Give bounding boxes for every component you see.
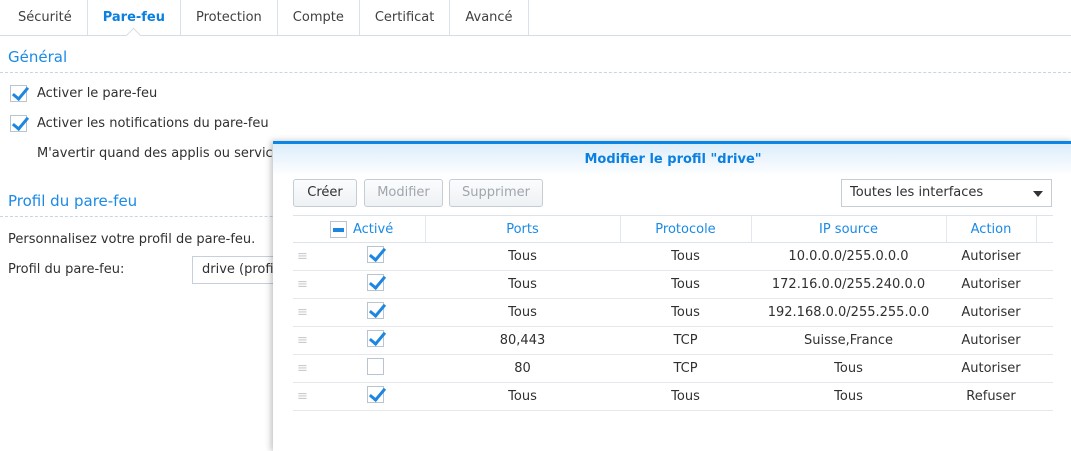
col-action[interactable]: Action: [945, 215, 1036, 243]
col-spacer: [1035, 215, 1053, 243]
spacer-cell: [1036, 242, 1053, 271]
enabled-cell[interactable]: [325, 326, 425, 355]
spacer-cell: [1036, 298, 1053, 327]
warn-text: M'avertir quand des applis ou service: [37, 146, 281, 161]
enable-notifications-row[interactable]: Activer les notifications du pare-feu: [10, 115, 269, 132]
col-ip-source[interactable]: IP source: [750, 215, 946, 243]
general-section-title: Général: [8, 48, 68, 66]
ip-cell: Tous: [751, 354, 946, 383]
dialog-title: Modifier le profil "drive": [273, 144, 1071, 176]
enabled-checkbox[interactable]: [366, 386, 384, 403]
protocol-cell: Tous: [620, 382, 751, 411]
edit-button[interactable]: Modifier: [364, 179, 443, 207]
enabled-checkbox[interactable]: [366, 246, 384, 263]
drag-handle-icon[interactable]: ≡: [293, 298, 325, 327]
ip-cell: Tous: [751, 382, 946, 411]
spacer-cell: [1036, 326, 1053, 355]
protocol-cell: TCP: [620, 354, 751, 383]
protocol-cell: Tous: [620, 270, 751, 299]
select-all-checkbox[interactable]: [330, 220, 347, 238]
enabled-cell[interactable]: [325, 354, 425, 383]
action-cell: Autoriser: [946, 242, 1036, 271]
enabled-checkbox[interactable]: [366, 302, 384, 319]
col-protocol[interactable]: Protocole: [619, 215, 751, 243]
table-row[interactable]: ≡ Tous Tous 10.0.0.0/255.0.0.0 Autoriser: [293, 242, 1053, 271]
grip-header: [293, 215, 325, 243]
drag-handle-icon[interactable]: ≡: [293, 354, 325, 383]
enabled-cell[interactable]: [325, 242, 425, 271]
tab-certificat[interactable]: Certificat: [360, 0, 451, 35]
enable-firewall-label: Activer le pare-feu: [37, 86, 158, 101]
enabled-cell[interactable]: [325, 270, 425, 299]
enabled-cell[interactable]: [325, 298, 425, 327]
profile-desc: Personnalisez votre profil de pare-feu.: [8, 232, 256, 247]
profile-section-title: Profil du pare-feu: [8, 192, 138, 210]
ports-cell: Tous: [425, 242, 620, 271]
col-enabled[interactable]: Activé: [325, 215, 425, 243]
protocol-cell: Tous: [620, 298, 751, 327]
protocol-cell: Tous: [620, 242, 751, 271]
edit-profile-dialog: Modifier le profil "drive" Créer Modifie…: [273, 141, 1071, 451]
spacer-cell: [1036, 382, 1053, 411]
ip-cell: 192.168.0.0/255.255.0.0: [751, 298, 946, 327]
ip-cell: 172.16.0.0/255.240.0.0: [751, 270, 946, 299]
table-row[interactable]: ≡ 80,443 TCP Suisse,France Autoriser: [293, 326, 1053, 355]
ip-cell: 10.0.0.0/255.0.0.0: [751, 242, 946, 271]
col-ports[interactable]: Ports: [424, 215, 620, 243]
enabled-checkbox[interactable]: [366, 358, 384, 375]
delete-button[interactable]: Supprimer: [449, 179, 543, 207]
action-cell: Autoriser: [946, 270, 1036, 299]
enable-notifications-label: Activer les notifications du pare-feu: [37, 116, 269, 131]
enable-notifications-checkbox[interactable]: [10, 115, 27, 132]
interfaces-dropdown[interactable]: Toutes les interfaces: [841, 179, 1052, 207]
protocol-cell: TCP: [620, 326, 751, 355]
enabled-cell[interactable]: [325, 382, 425, 411]
ip-cell: Suisse,France: [751, 326, 946, 355]
ports-cell: 80,443: [425, 326, 620, 355]
tab-securite[interactable]: Sécurité: [3, 0, 88, 35]
ports-cell: Tous: [425, 382, 620, 411]
drag-handle-icon[interactable]: ≡: [293, 270, 325, 299]
ports-cell: Tous: [425, 270, 620, 299]
tab-pare-feu[interactable]: Pare-feu: [88, 0, 182, 35]
spacer-cell: [1036, 354, 1053, 383]
table-row[interactable]: ≡ 80 TCP Tous Autoriser: [293, 354, 1053, 383]
table-row[interactable]: ≡ Tous Tous 192.168.0.0/255.255.0.0 Auto…: [293, 298, 1053, 327]
tab-compte[interactable]: Compte: [278, 0, 360, 35]
rules-table: Activé Ports Protocole IP source Action …: [293, 215, 1053, 411]
create-button[interactable]: Créer: [293, 179, 357, 207]
tab-avance[interactable]: Avancé: [450, 0, 529, 35]
ports-cell: Tous: [425, 298, 620, 327]
divider: [0, 72, 1071, 73]
drag-handle-icon[interactable]: ≡: [293, 242, 325, 271]
table-row[interactable]: ≡ Tous Tous Tous Refuser: [293, 382, 1053, 411]
enabled-checkbox[interactable]: [366, 274, 384, 291]
tab-bar: Sécurité Pare-feu Protection Compte Cert…: [0, 0, 1071, 36]
enable-firewall-row[interactable]: Activer le pare-feu: [10, 85, 157, 102]
action-cell: Autoriser: [946, 354, 1036, 383]
enabled-checkbox[interactable]: [366, 330, 384, 347]
action-cell: Refuser: [946, 382, 1036, 411]
action-cell: Autoriser: [946, 326, 1036, 355]
profile-label: Profil du pare-feu:: [8, 262, 125, 277]
spacer-cell: [1036, 270, 1053, 299]
drag-handle-icon[interactable]: ≡: [293, 382, 325, 411]
action-cell: Autoriser: [946, 298, 1036, 327]
drag-handle-icon[interactable]: ≡: [293, 326, 325, 355]
table-row[interactable]: ≡ Tous Tous 172.16.0.0/255.240.0.0 Autor…: [293, 270, 1053, 299]
ports-cell: 80: [425, 354, 620, 383]
enable-firewall-checkbox[interactable]: [10, 85, 27, 102]
tab-protection[interactable]: Protection: [181, 0, 278, 35]
